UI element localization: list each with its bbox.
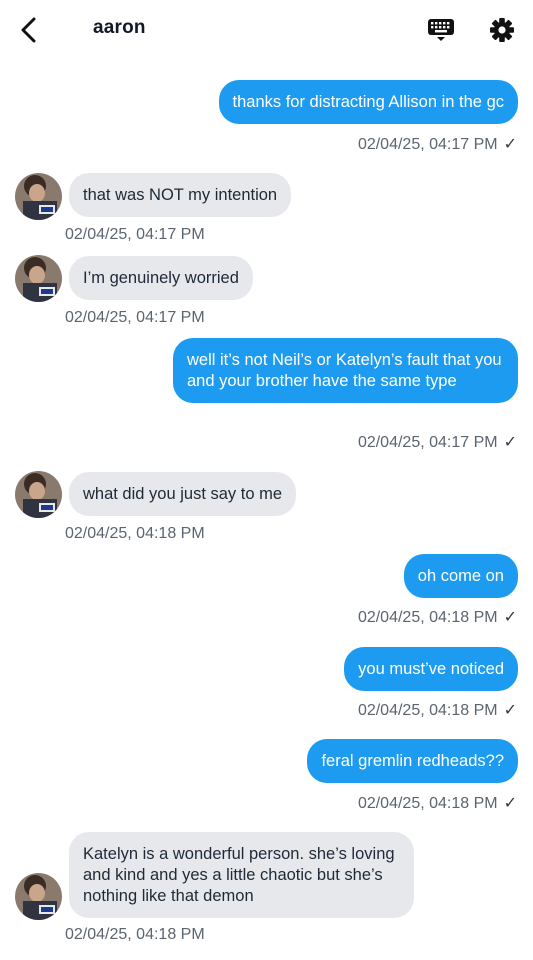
incoming-message-bubble[interactable]: that was NOT my intention [69, 173, 292, 217]
avatar-photo [15, 255, 62, 302]
message-timestamp: 02/04/25, 04:18 PM ✓ [358, 793, 517, 813]
avatar-photo [15, 873, 62, 920]
chat-header: aaron [0, 0, 533, 58]
message-timestamp: 02/04/25, 04:17 PM ✓ [358, 134, 517, 154]
incoming-message-bubble[interactable]: I’m genuinely worried [69, 256, 253, 300]
read-check-icon: ✓ [503, 609, 517, 626]
incoming-message-bubble[interactable]: Katelyn is a wonderful person. she’s lov… [69, 832, 414, 918]
timestamp-text: 02/04/25, 04:18 PM [357, 702, 498, 719]
avatar[interactable] [15, 255, 62, 302]
message-timestamp: 02/04/25, 04:17 PM [65, 309, 205, 326]
outgoing-message-bubble[interactable]: oh come on [403, 554, 518, 598]
chevron-left-icon [21, 17, 36, 43]
gear-icon [490, 18, 514, 42]
read-check-icon: ✓ [503, 434, 517, 451]
message-timestamp: 02/04/25, 04:18 PM ✓ [358, 607, 517, 627]
outgoing-message-bubble[interactable]: well it’s not Neil’s or Katelyn’s fault … [173, 338, 518, 403]
outgoing-message-bubble[interactable]: thanks for distracting Allison in the gc [218, 80, 518, 124]
keyboard-button[interactable] [425, 14, 457, 46]
avatar[interactable] [15, 873, 62, 920]
read-check-icon: ✓ [503, 702, 517, 719]
outgoing-message-bubble[interactable]: feral gremlin redheads?? [307, 739, 518, 783]
message-timestamp: 02/04/25, 04:17 PM [65, 226, 205, 243]
avatar[interactable] [15, 471, 62, 518]
timestamp-text: 02/04/25, 04:18 PM [357, 795, 498, 812]
read-check-icon: ✓ [503, 136, 517, 153]
timestamp-text: 02/04/25, 04:17 PM [357, 136, 498, 153]
contact-name[interactable]: aaron [93, 17, 146, 39]
avatar-photo [15, 173, 62, 220]
avatar[interactable] [15, 173, 62, 220]
avatar-photo [15, 471, 62, 518]
message-timestamp: 02/04/25, 04:18 PM ✓ [358, 700, 517, 720]
message-list[interactable]: thanks for distracting Allison in the gc… [0, 58, 533, 960]
keyboard-icon [428, 19, 454, 41]
settings-button[interactable] [486, 14, 518, 46]
back-button[interactable] [14, 14, 46, 46]
message-timestamp: 02/04/25, 04:18 PM [65, 525, 205, 542]
timestamp-text: 02/04/25, 04:18 PM [357, 609, 498, 626]
read-check-icon: ✓ [503, 795, 517, 812]
timestamp-text: 02/04/25, 04:17 PM [357, 434, 498, 451]
message-timestamp: 02/04/25, 04:18 PM [65, 926, 205, 943]
outgoing-message-bubble[interactable]: you must’ve noticed [344, 647, 518, 691]
incoming-message-bubble[interactable]: what did you just say to me [69, 472, 297, 516]
message-timestamp: 02/04/25, 04:17 PM ✓ [358, 432, 517, 452]
